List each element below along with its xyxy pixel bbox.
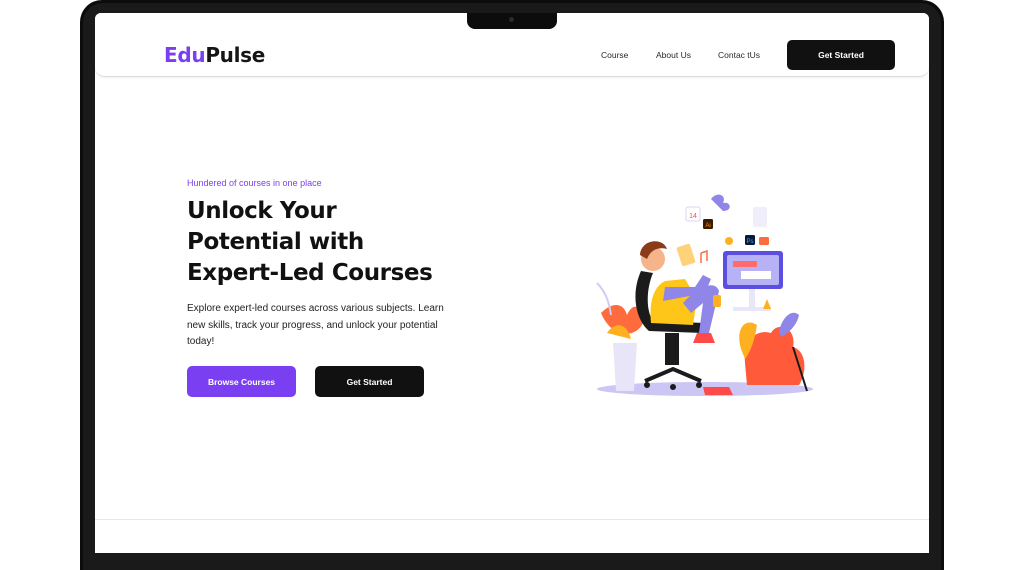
logo-accent-text: Edu [164, 43, 206, 67]
page: EduPulse Course About Us Contac tUs Get … [0, 0, 1024, 570]
chair-wheel [670, 384, 676, 390]
monitor-window [741, 271, 771, 279]
browse-courses-button[interactable]: Browse Courses [187, 366, 296, 397]
photoshop-badge-text: Ps [746, 239, 753, 245]
small-plant-pot [763, 299, 771, 309]
monitor-stand [749, 289, 755, 307]
person-shoe-floor [703, 387, 733, 395]
hero-eyebrow: Hundered of courses in one place [187, 178, 322, 188]
monitor-window [733, 261, 757, 267]
camera-icon [509, 17, 514, 22]
illustrator-badge-text: Ai [705, 223, 710, 229]
person-shoe [693, 333, 715, 343]
nav-link-about-us[interactable]: About Us [656, 50, 691, 60]
bird-icon [711, 194, 730, 211]
chair-stem [665, 333, 679, 365]
logo[interactable]: EduPulse [164, 43, 265, 67]
student-studying-illustration: 14 Ai Ps [596, 194, 813, 396]
section-divider [95, 519, 929, 520]
nav-get-started-button[interactable]: Get Started [787, 40, 895, 70]
hero-title: Unlock Your Potential with Expert-Led Co… [187, 198, 433, 286]
laptop-screen: EduPulse Course About Us Contac tUs Get … [95, 13, 929, 553]
nav-link-contact-us[interactable]: Contac tUs [718, 50, 760, 60]
hero-get-started-button[interactable]: Get Started [315, 366, 424, 397]
logo-text: Pulse [205, 43, 266, 67]
nav-link-course[interactable]: Course [601, 50, 628, 60]
paper-sheet [676, 243, 696, 267]
document-icon [753, 207, 767, 227]
chair-wheel [696, 382, 702, 388]
left-plant-pot [613, 343, 637, 391]
bell-icon [725, 237, 733, 245]
pencil-cup [713, 295, 721, 307]
calendar-day-text: 14 [689, 213, 697, 220]
chair-wheel [644, 382, 650, 388]
message-icon [759, 237, 769, 245]
monitor-display [727, 255, 779, 285]
hero-description: Explore expert-led courses across variou… [187, 303, 444, 347]
chair-base [644, 366, 702, 383]
music-note-icon [700, 249, 708, 263]
